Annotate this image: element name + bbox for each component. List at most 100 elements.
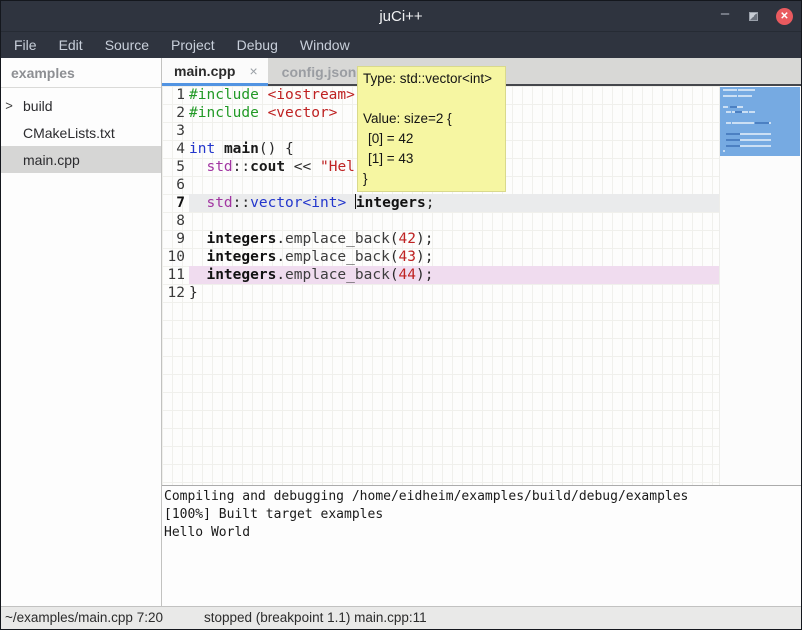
tooltip-line: Type: std::vector<int> bbox=[363, 69, 500, 89]
code-token: <vector> bbox=[268, 105, 338, 121]
line-number[interactable]: 1 bbox=[162, 86, 189, 104]
minimap-code-line bbox=[726, 133, 740, 135]
code-token: << bbox=[285, 159, 320, 175]
code-token: ; bbox=[426, 195, 435, 211]
tooltip-line: [1] = 43 bbox=[363, 149, 500, 169]
minimap-code-line bbox=[742, 139, 762, 141]
window-controls: – ✕ bbox=[719, 1, 793, 31]
code-token: ( bbox=[390, 231, 399, 247]
code-line: 7 std::vector<int> integers; bbox=[162, 194, 719, 212]
line-number[interactable]: 9 bbox=[162, 230, 189, 248]
minimap-code-line bbox=[749, 111, 756, 113]
minimap-code-line bbox=[737, 106, 744, 108]
line-number[interactable]: 7 bbox=[162, 194, 189, 212]
tree-item-label: build bbox=[23, 98, 53, 114]
line-number[interactable]: 4 bbox=[162, 140, 189, 158]
code-token bbox=[189, 159, 206, 175]
tree-item-build[interactable]: > build bbox=[1, 92, 161, 119]
line-number[interactable]: 5 bbox=[162, 158, 189, 176]
code-token: cout bbox=[250, 159, 285, 175]
code-token bbox=[189, 267, 206, 283]
code-token: . bbox=[276, 267, 285, 283]
code-token: emplace_back bbox=[285, 231, 390, 247]
minimap-code-line bbox=[726, 145, 740, 147]
menu-item-project[interactable]: Project bbox=[168, 35, 218, 55]
status-file-location: ~/examples/main.cpp 7:20 bbox=[5, 610, 163, 625]
line-number[interactable]: 10 bbox=[162, 248, 189, 266]
minimap-code-line bbox=[742, 133, 762, 135]
titlebar: juCi++ – ✕ bbox=[1, 1, 801, 31]
code-token bbox=[259, 105, 268, 121]
statusbar: ~/examples/main.cpp 7:20 stopped (breakp… bbox=[1, 606, 801, 629]
line-number[interactable]: 8 bbox=[162, 212, 189, 230]
code-token: #include bbox=[189, 87, 259, 103]
code-token: ( bbox=[390, 249, 399, 265]
menu-item-window[interactable]: Window bbox=[297, 35, 353, 55]
code-line-content: integers.emplace_back(43); bbox=[189, 248, 719, 266]
line-number[interactable]: 6 bbox=[162, 176, 189, 194]
minimap-viewport[interactable] bbox=[720, 87, 800, 156]
code-token: main bbox=[224, 141, 259, 157]
minimap-code-line bbox=[723, 106, 728, 108]
minimize-button-icon[interactable]: – bbox=[719, 10, 731, 22]
menu-item-edit[interactable]: Edit bbox=[56, 35, 86, 55]
code-line-content: integers.emplace_back(44); bbox=[189, 266, 719, 284]
minimap-code-line bbox=[730, 106, 737, 108]
expander-icon[interactable]: > bbox=[1, 98, 17, 113]
tab-label: config.json bbox=[282, 64, 357, 80]
tab-main.cpp[interactable]: main.cpp × bbox=[162, 58, 268, 86]
code-token bbox=[189, 249, 206, 265]
line-number[interactable]: 12 bbox=[162, 284, 189, 302]
minimap-code-line bbox=[723, 95, 737, 97]
code-token: integers bbox=[356, 195, 426, 211]
output-console[interactable]: Compiling and debugging /home/eidheim/ex… bbox=[162, 486, 801, 606]
restore-button-icon[interactable] bbox=[749, 12, 758, 21]
line-number[interactable]: 11 bbox=[162, 266, 189, 284]
code-token: :: bbox=[233, 159, 250, 175]
minimap-code-line bbox=[726, 139, 740, 141]
close-button-icon[interactable]: ✕ bbox=[776, 8, 793, 25]
tree-item-cmakelists.txt[interactable]: CMakeLists.txt bbox=[1, 119, 161, 146]
code-token: . bbox=[276, 231, 285, 247]
code-token: vector<int> bbox=[250, 195, 346, 211]
console-line: [100%] Built target examples bbox=[164, 506, 801, 524]
code-token: integers bbox=[206, 267, 276, 283]
code-line-content bbox=[189, 212, 719, 230]
code-token: . bbox=[276, 249, 285, 265]
code-token: emplace_back bbox=[285, 267, 390, 283]
tab-label: main.cpp bbox=[174, 63, 235, 79]
code-token bbox=[189, 195, 206, 211]
tooltip-line bbox=[363, 89, 500, 109]
code-line: 12} bbox=[162, 284, 719, 302]
debug-value-tooltip: Type: std::vector<int> Value: size=2 {[0… bbox=[357, 66, 506, 192]
code-token: :: bbox=[233, 195, 250, 211]
minimap[interactable] bbox=[719, 86, 801, 485]
code-line-content: integers.emplace_back(42); bbox=[189, 230, 719, 248]
menu-item-source[interactable]: Source bbox=[102, 35, 152, 55]
minimap-code-line bbox=[738, 89, 755, 91]
code-token: integers bbox=[206, 249, 276, 265]
code-token: #include bbox=[189, 105, 259, 121]
code-token: ); bbox=[416, 231, 433, 247]
code-token: ( bbox=[390, 267, 399, 283]
code-token bbox=[259, 87, 268, 103]
menu-item-file[interactable]: File bbox=[11, 35, 40, 55]
code-token: emplace_back bbox=[285, 249, 390, 265]
project-sidebar: examples >buildCMakeLists.txtmain.cpp bbox=[1, 58, 162, 606]
code-line: 11 integers.emplace_back(44); bbox=[162, 266, 719, 284]
code-line-content: std::vector<int> integers; bbox=[189, 194, 719, 212]
code-line-content: } bbox=[189, 284, 719, 302]
console-line: Hello World bbox=[164, 524, 801, 542]
tab-config.json[interactable]: config.json bbox=[268, 58, 371, 86]
tab-close-icon[interactable]: × bbox=[249, 63, 257, 79]
menu-item-debug[interactable]: Debug bbox=[234, 35, 281, 55]
code-token: std bbox=[206, 195, 232, 211]
code-token: "Hel bbox=[320, 159, 355, 175]
line-number[interactable]: 2 bbox=[162, 104, 189, 122]
line-number[interactable]: 3 bbox=[162, 122, 189, 140]
code-token: int bbox=[189, 141, 215, 157]
tooltip-line: [0] = 42 bbox=[363, 129, 500, 149]
code-token: () { bbox=[259, 141, 294, 157]
tree-item-main.cpp[interactable]: main.cpp bbox=[1, 146, 161, 173]
code-token: integers bbox=[206, 231, 276, 247]
